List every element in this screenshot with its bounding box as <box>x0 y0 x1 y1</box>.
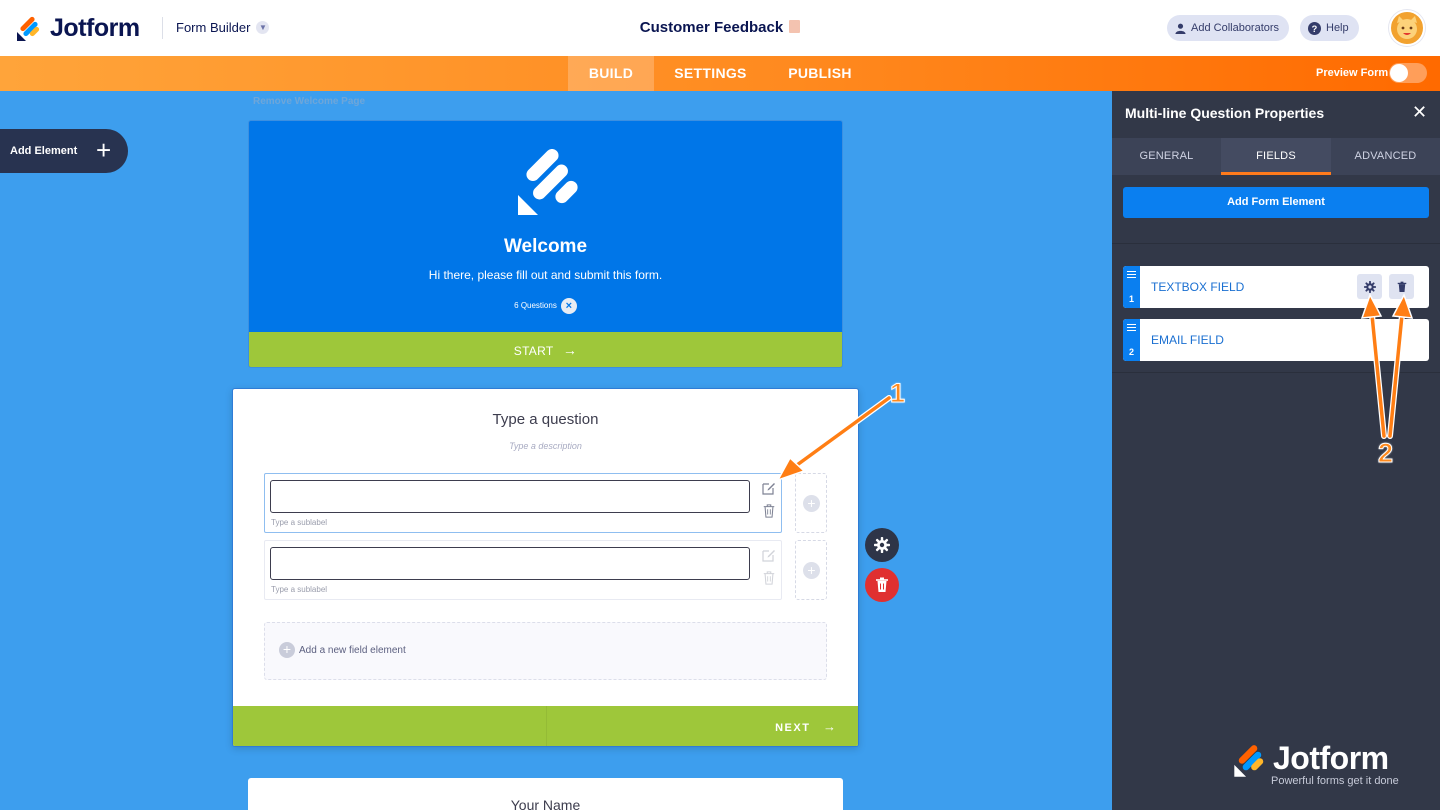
textbox-field-input[interactable] <box>270 480 750 513</box>
tab-settings[interactable]: SETTINGS <box>660 56 761 91</box>
welcome-logo-icon <box>518 149 578 215</box>
edit-icon[interactable] <box>761 548 777 562</box>
welcome-title[interactable]: Welcome <box>249 236 842 258</box>
jotform-watermark: Jotform Powerful forms get it done <box>1233 740 1399 787</box>
question-title[interactable]: Type a question <box>233 411 858 428</box>
welcome-subtitle[interactable]: Hi there, please fill out and submit thi… <box>249 268 842 282</box>
next-question-card[interactable]: Your Name <box>248 778 843 810</box>
svg-text:?: ? <box>1312 23 1318 33</box>
jotform-logo-icon <box>17 16 40 41</box>
panel-tab-general[interactable]: GENERAL <box>1112 138 1221 175</box>
add-element-button[interactable]: Add Element + <box>0 129 128 173</box>
jotform-logo-text: Jotform <box>50 14 140 42</box>
preview-form-toggle[interactable] <box>1389 63 1427 83</box>
trash-icon <box>1397 281 1406 292</box>
tab-build[interactable]: BUILD <box>568 56 654 91</box>
email-field-input[interactable] <box>270 547 750 580</box>
field-list-item-email[interactable]: 2 EMAIL FIELD <box>1123 319 1429 361</box>
field-sublabel[interactable]: Type a sublabel <box>271 585 327 594</box>
drag-handle[interactable]: 2 <box>1123 319 1140 361</box>
add-collaborators-label: Add Collaborators <box>1191 22 1280 34</box>
edit-title-icon[interactable] <box>789 20 801 33</box>
avatar-cat-icon <box>1397 16 1417 39</box>
panel-title: Multi-line Question Properties <box>1125 105 1325 121</box>
builder-nav: BUILD SETTINGS PUBLISH Preview Form <box>0 56 1440 91</box>
field-delete-button[interactable] <box>1389 274 1414 299</box>
preview-form-label: Preview Form <box>1316 67 1389 79</box>
form-title[interactable]: Customer Feedback <box>640 19 783 36</box>
form-builder-label: Form Builder <box>176 20 251 35</box>
tab-publish[interactable]: PUBLISH <box>775 56 865 91</box>
field-number: 2 <box>1128 347 1134 357</box>
user-icon <box>1175 23 1186 34</box>
add-new-field-button[interactable]: + Add a new field element <box>264 622 827 680</box>
field-list-item-label[interactable]: TEXTBOX FIELD <box>1151 280 1244 294</box>
annotation-marker-2: 2 <box>1377 438 1394 469</box>
next-button[interactable]: NEXT → <box>775 719 836 734</box>
plus-circle-icon: + <box>279 642 295 658</box>
question-count: 6 Questions × <box>249 298 842 314</box>
add-form-element-button[interactable]: Add Form Element <box>1123 187 1429 218</box>
jotform-watermark-icon <box>1234 745 1264 777</box>
next-question-title[interactable]: Your Name <box>248 797 843 810</box>
help-label: Help <box>1326 22 1349 34</box>
footer-divider <box>546 706 547 746</box>
user-avatar[interactable] <box>1389 10 1425 46</box>
add-column-button[interactable]: + <box>795 540 827 600</box>
drag-handle-icon <box>1127 324 1136 333</box>
field-list-item-textbox[interactable]: 1 TEXTBOX FIELD <box>1123 266 1429 308</box>
chevron-down-icon: ▼ <box>256 21 270 34</box>
next-label: NEXT <box>775 722 811 734</box>
remove-welcome-page-link[interactable]: Remove Welcome Page <box>253 96 365 107</box>
panel-divider <box>1112 243 1440 244</box>
start-label: START <box>513 344 554 358</box>
multi-line-question-card[interactable]: Type a question Type a description Type … <box>232 388 859 747</box>
form-builder-dropdown[interactable]: Form Builder ▼ <box>176 20 270 35</box>
field-list-item-label[interactable]: EMAIL FIELD <box>1151 333 1224 347</box>
trash-icon[interactable] <box>761 504 777 518</box>
top-header: Jotform Form Builder ▼ Customer Feedback… <box>0 0 1440 56</box>
question-count-label: 6 Questions <box>514 301 557 311</box>
add-field-label: Add a new field element <box>299 644 406 656</box>
question-footer: NEXT → <box>233 706 858 746</box>
help-icon: ? <box>1308 21 1321 35</box>
panel-tab-advanced[interactable]: ADVANCED <box>1331 138 1440 175</box>
close-panel-icon[interactable]: ✕ <box>1412 103 1427 121</box>
plus-circle-icon: + <box>803 495 820 512</box>
arrow-right-icon: → <box>562 342 578 358</box>
welcome-page-card[interactable]: Welcome Hi there, please fill out and su… <box>248 120 843 368</box>
add-element-label: Add Element <box>10 145 78 157</box>
trash-icon[interactable] <box>761 571 777 585</box>
panel-tab-fields[interactable]: FIELDS <box>1221 138 1331 175</box>
edit-icon[interactable] <box>761 481 777 495</box>
question-properties-button[interactable] <box>865 528 899 562</box>
watermark-text: Jotform <box>1273 740 1389 776</box>
plus-circle-icon: + <box>803 562 820 579</box>
field-row-textbox[interactable]: Type a sublabel <box>264 473 782 533</box>
add-column-button[interactable]: + <box>795 473 827 533</box>
plus-icon: + <box>96 135 112 165</box>
field-sublabel[interactable]: Type a sublabel <box>271 518 327 527</box>
start-button[interactable]: START → <box>249 332 842 367</box>
field-row-email[interactable]: Type a sublabel <box>264 540 782 600</box>
panel-divider <box>1112 372 1440 373</box>
field-settings-button[interactable] <box>1357 274 1382 299</box>
help-button[interactable]: ? Help <box>1300 15 1359 41</box>
drag-handle-icon <box>1127 271 1136 280</box>
add-collaborators-button[interactable]: Add Collaborators <box>1167 15 1290 41</box>
drag-handle[interactable]: 1 <box>1123 266 1140 308</box>
watermark-tagline: Powerful forms get it done <box>1271 775 1399 787</box>
trash-icon <box>876 577 888 592</box>
gear-icon <box>1363 280 1376 293</box>
annotation-marker-1: 1 <box>889 378 906 409</box>
close-icon[interactable]: × <box>560 298 577 314</box>
jotform-logo[interactable]: Jotform <box>16 14 140 43</box>
gear-icon <box>874 537 890 553</box>
header-divider <box>162 17 163 39</box>
question-description[interactable]: Type a description <box>233 441 858 451</box>
arrow-right-icon: → <box>823 719 836 734</box>
delete-question-button[interactable] <box>865 568 899 602</box>
panel-tabs: GENERAL FIELDS ADVANCED <box>1112 138 1440 175</box>
field-number: 1 <box>1128 294 1134 304</box>
